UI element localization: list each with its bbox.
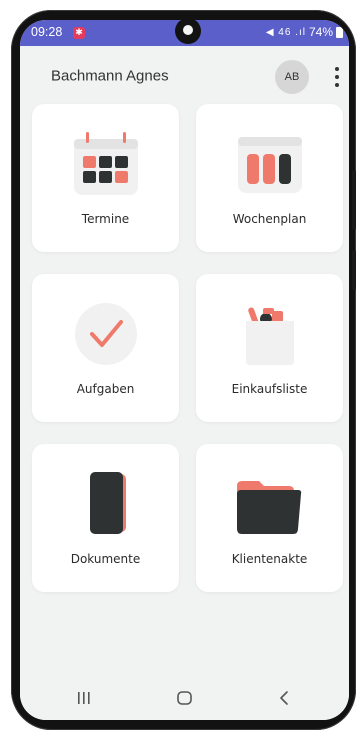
- calendar-icon: [74, 132, 138, 195]
- tile-termine[interactable]: Termine: [32, 104, 179, 252]
- user-name: Bachmann Agnes: [51, 67, 169, 85]
- document-icon: [90, 472, 126, 534]
- recents-icon[interactable]: [64, 682, 104, 714]
- notification-icon: ✱: [73, 27, 85, 39]
- app-header: Bachmann Agnes AB: [20, 46, 349, 106]
- tile-klientenakte[interactable]: Klientenakte: [196, 444, 343, 592]
- battery-icon: [336, 26, 343, 38]
- shopping-bag-icon: [246, 307, 294, 365]
- tile-wochenplan[interactable]: Wochenplan: [196, 104, 343, 252]
- tile-einkaufsliste[interactable]: Einkaufsliste: [196, 274, 343, 422]
- power-button: [352, 250, 356, 290]
- tile-label-wochenplan: Wochenplan: [232, 212, 307, 226]
- tile-label-dokumente: Dokumente: [70, 552, 141, 566]
- more-vertical-icon[interactable]: [328, 64, 346, 90]
- volume-button: [352, 170, 356, 230]
- status-indicators: ◀ 46 .ıl 74%: [266, 25, 343, 39]
- checkmark-icon: [75, 303, 137, 365]
- avatar[interactable]: AB: [275, 60, 309, 94]
- screen: 09:28 ✱ ◀ 46 .ıl 74% Bachmann Agnes AB T…: [20, 20, 349, 720]
- folder-icon: [237, 481, 302, 534]
- home-icon[interactable]: [165, 682, 205, 714]
- tile-label-klientenakte: Klientenakte: [231, 552, 308, 566]
- system-nav-bar: [20, 676, 349, 720]
- tile-label-termine: Termine: [81, 212, 130, 226]
- weekplan-icon: [238, 137, 302, 193]
- tile-label-aufgaben: Aufgaben: [76, 382, 135, 396]
- battery-percentage: 74%: [308, 25, 333, 39]
- tile-aufgaben[interactable]: Aufgaben: [32, 274, 179, 422]
- tile-label-einkaufsliste: Einkaufsliste: [231, 382, 308, 396]
- back-icon[interactable]: [264, 682, 304, 714]
- signal-icon: ◀ 46 .ıl: [265, 26, 306, 38]
- status-time: 09:28: [31, 25, 63, 39]
- tile-dokumente[interactable]: Dokumente: [32, 444, 179, 592]
